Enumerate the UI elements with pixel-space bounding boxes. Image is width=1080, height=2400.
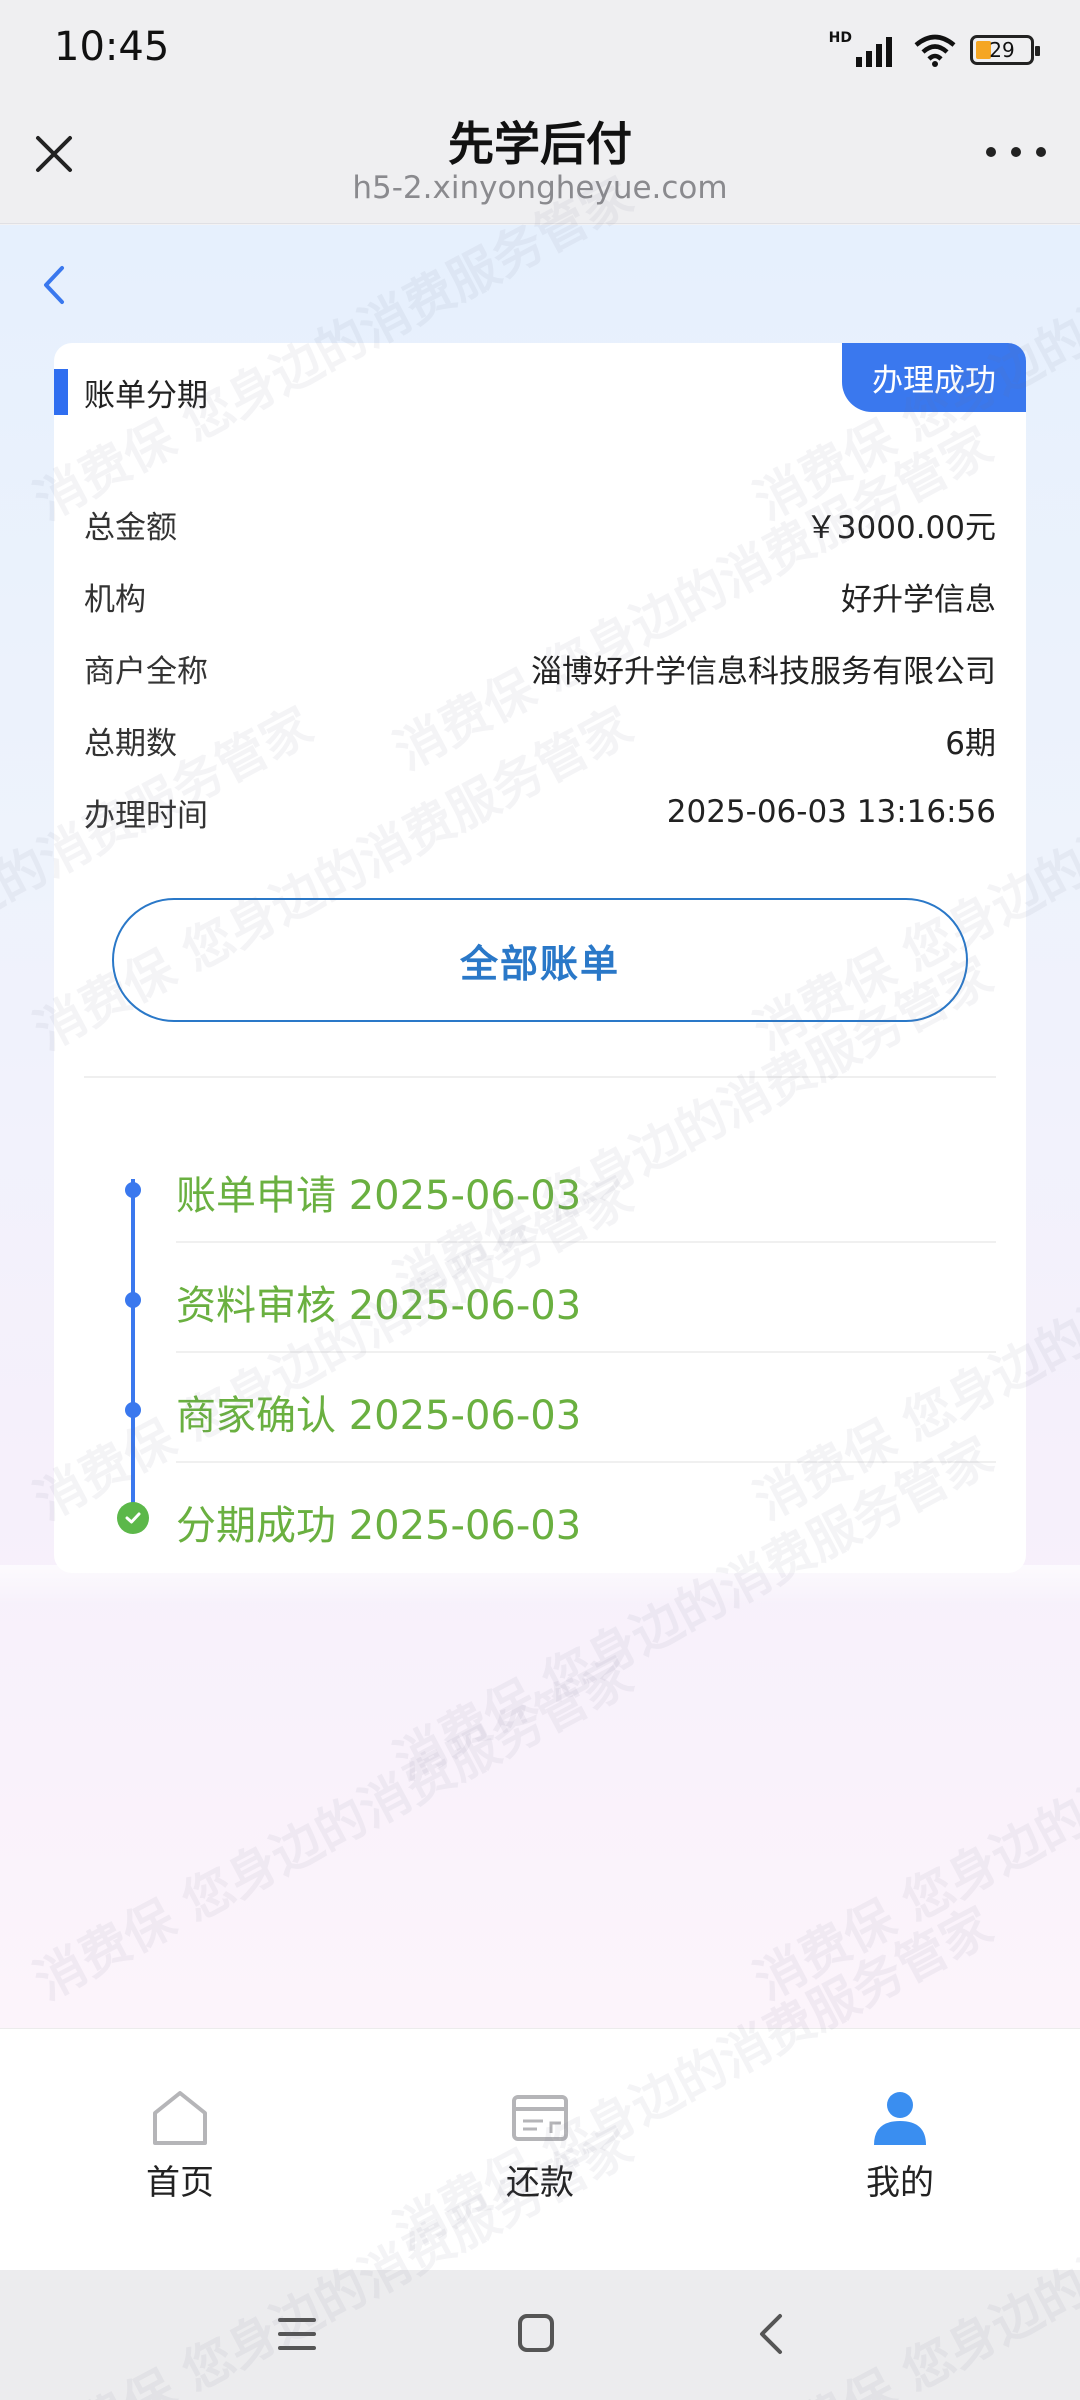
section-title: 账单分期 (84, 377, 208, 414)
user-icon (874, 2092, 926, 2145)
info-label: 总金额 (84, 509, 177, 546)
info-value: 好升学信息 (841, 581, 996, 618)
section-header: 账单分期 (54, 369, 208, 415)
timeline-dot (125, 1402, 141, 1418)
timeline-item: 商家确认 2025-06-03 (54, 1353, 1026, 1463)
bill-card: 办理成功 账单分期 总金额 ￥3000.00元 机构 好升学信息 商户全称 淄博… (54, 343, 1026, 1573)
timeline-item: 账单申请 2025-06-03 (54, 1133, 1026, 1243)
battery-icon: 29 (970, 35, 1040, 65)
browser-header: 先学后付 h5-2.xinyongheyue.com (0, 100, 1080, 224)
menu-icon[interactable] (276, 2314, 318, 2354)
back-arrow-icon[interactable] (34, 260, 74, 310)
card-fade (0, 1565, 1080, 1605)
info-row-institution: 机构 好升学信息 (84, 560, 996, 632)
wifi-icon (914, 34, 956, 67)
info-rows: 总金额 ￥3000.00元 机构 好升学信息 商户全称 淄博好升学信息科技服务有… (84, 488, 996, 848)
info-row-total-periods: 总期数 6期 (84, 704, 996, 776)
progress-timeline: 账单申请 2025-06-03 资料审核 2025-06-03 商家确认 202… (54, 1133, 1026, 1573)
status-bar: 10:45 HD 29 (0, 0, 1080, 100)
timeline-item: 分期成功 2025-06-03 (54, 1463, 1026, 1573)
info-label: 办理时间 (84, 797, 208, 834)
tab-label: 我的 (866, 2163, 934, 2203)
timeline-text: 资料审核 2025-06-03 (176, 1283, 582, 1329)
square-home-icon[interactable] (516, 2312, 556, 2354)
divider (84, 1076, 996, 1078)
status-time: 10:45 (54, 24, 170, 70)
status-badge: 办理成功 (842, 343, 1026, 412)
section-accent-bar (54, 369, 68, 415)
info-label: 机构 (84, 581, 146, 618)
tab-label: 还款 (506, 2163, 574, 2203)
home-icon (153, 2091, 207, 2145)
nav-back-icon[interactable] (756, 2310, 786, 2358)
tab-home[interactable]: 首页 (100, 2087, 260, 2204)
bottom-tab-bar: 首页 还款 我的 (0, 2028, 1080, 2270)
hd-label: HD (828, 30, 852, 46)
timeline-dot (125, 1292, 141, 1308)
tab-mine[interactable]: 我的 (820, 2087, 980, 2204)
web-content: 办理成功 账单分期 总金额 ￥3000.00元 机构 好升学信息 商户全称 淄博… (0, 225, 1080, 2028)
page-url: h5-2.xinyongheyue.com (352, 170, 728, 206)
info-row-merchant-name: 商户全称 淄博好升学信息科技服务有限公司 (84, 632, 996, 704)
info-value: 6期 (945, 725, 996, 762)
tab-label: 首页 (146, 2163, 214, 2203)
info-row-process-time: 办理时间 2025-06-03 13:16:56 (84, 776, 996, 848)
info-label: 总期数 (84, 725, 177, 762)
all-bills-button[interactable]: 全部账单 (112, 898, 968, 1022)
bill-card-icon (512, 2095, 568, 2141)
timeline-dot (125, 1182, 141, 1198)
info-value: 2025-06-03 13:16:56 (666, 794, 996, 830)
tab-repay[interactable]: 还款 (460, 2087, 620, 2204)
more-options-icon[interactable] (986, 140, 1046, 164)
timeline-text: 分期成功 2025-06-03 (176, 1503, 582, 1549)
check-circle-icon (117, 1502, 149, 1534)
info-label: 商户全称 (84, 653, 208, 690)
timeline-text: 账单申请 2025-06-03 (176, 1173, 582, 1219)
timeline-text: 商家确认 2025-06-03 (176, 1393, 582, 1439)
info-value: 淄博好升学信息科技服务有限公司 (531, 653, 996, 690)
status-icons: HD 29 (828, 30, 1040, 70)
page-title: 先学后付 (448, 117, 632, 171)
info-value: ￥3000.00元 (805, 509, 996, 546)
info-row-total-amount: 总金额 ￥3000.00元 (84, 488, 996, 560)
system-nav-bar (0, 2270, 1080, 2400)
signal-icon (856, 37, 892, 67)
battery-level: 29 (989, 38, 1015, 62)
timeline-item: 资料审核 2025-06-03 (54, 1243, 1026, 1353)
